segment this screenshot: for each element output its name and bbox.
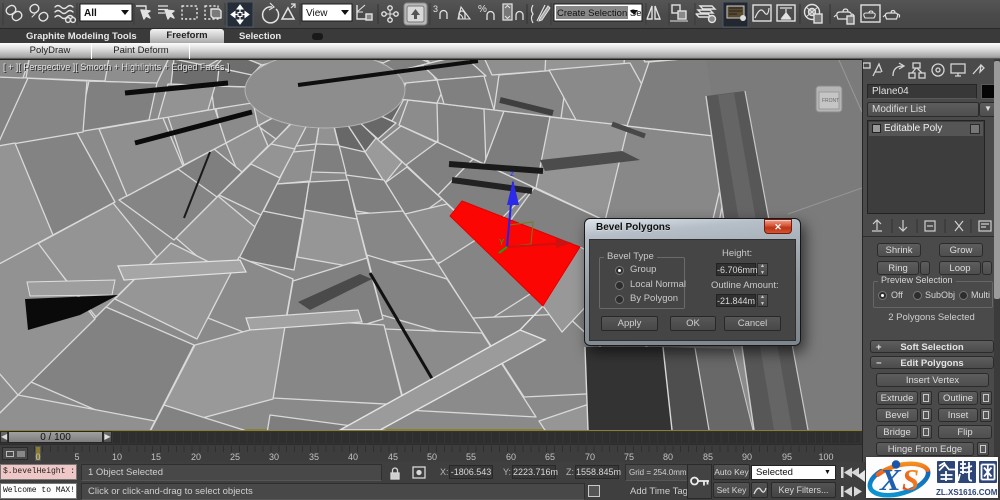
svg-text:View: View xyxy=(306,8,328,19)
svg-text:3: 3 xyxy=(433,4,438,14)
svg-text:z: z xyxy=(510,169,514,178)
svg-text:Create Selection Se: Create Selection Se xyxy=(557,8,642,19)
svg-text:All: All xyxy=(84,8,97,19)
svg-text:Y: Y xyxy=(499,238,505,247)
svg-text:ZL.XS1616.COM: ZL.XS1616.COM xyxy=(936,488,998,497)
svg-text:S: S xyxy=(902,462,919,497)
svg-text:FRONT: FRONT xyxy=(822,98,839,104)
svg-text:%: % xyxy=(478,4,487,15)
svg-text:X: X xyxy=(879,462,902,497)
